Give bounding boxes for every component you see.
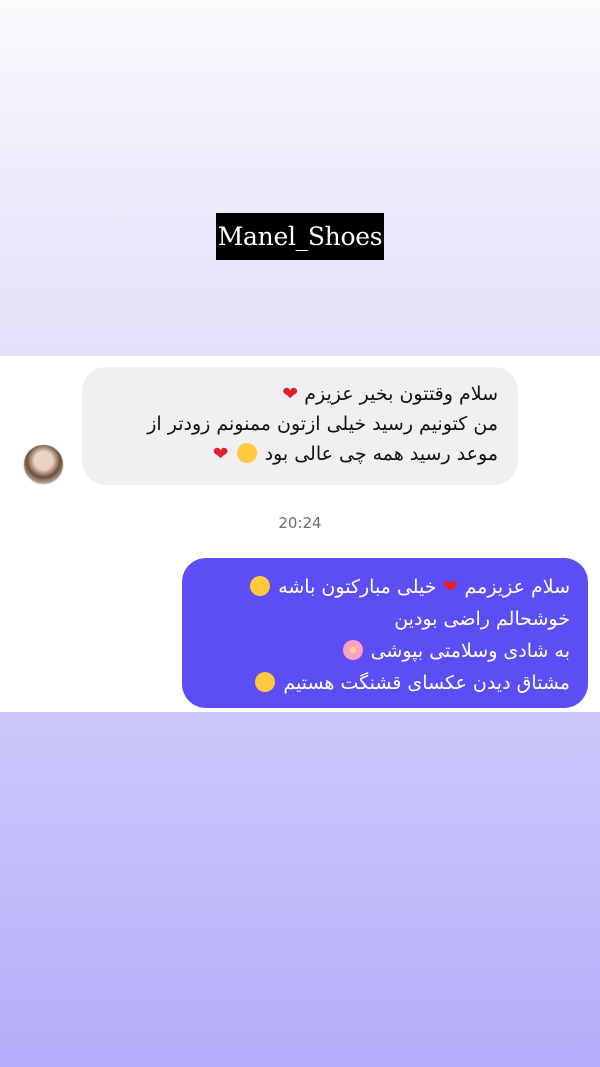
incoming-line-2: من کتونیم رسید خیلی ازتون ممنونم زودتر ا…	[147, 413, 498, 435]
story-background-top	[0, 0, 600, 356]
outgoing-message-bubble: سلام عزیزمم ❤ خیلی مبارکتون باشه خوشحالم…	[182, 558, 588, 708]
heart-eyes-emoji-icon	[250, 576, 271, 596]
cherry-blossom-emoji-icon	[342, 640, 363, 660]
outgoing-line-1-congrats: خیلی مبارکتون باشه	[278, 576, 437, 598]
heart-emoji-icon: ❤	[282, 383, 299, 405]
chat-screenshot: سلام وقتتون بخیر عزیزم ❤ من کتونیم رسید …	[0, 356, 600, 712]
sender-avatar	[23, 444, 64, 485]
heart-emoji-icon: ❤	[442, 576, 459, 598]
incoming-line-3-text: موعد رسید همه چی عالی بود	[264, 443, 498, 465]
brand-name-tag: Manel_Shoes	[216, 213, 384, 260]
incoming-line-3: موعد رسید همه چی عالی بود ❤	[100, 439, 498, 469]
outgoing-line-3-text: به شادی وسلامتی بپوشی	[370, 640, 570, 662]
outgoing-line-3: به شادی وسلامتی بپوشی	[194, 635, 570, 667]
smiling-face-with-hearts-emoji-icon	[255, 672, 276, 692]
outgoing-line-1-greeting: سلام عزیزمم	[464, 576, 570, 598]
message-timestamp: 20:24	[278, 514, 322, 532]
incoming-line-1-text: سلام وقتتون بخیر عزیزم	[304, 383, 498, 405]
outgoing-line-1: سلام عزیزمم ❤ خیلی مبارکتون باشه	[194, 571, 570, 603]
outgoing-line-4: مشتاق دیدن عکسای قشنگت هستیم	[194, 667, 570, 699]
outgoing-line-4-text: مشتاق دیدن عکسای قشنگت هستیم	[283, 672, 570, 694]
outgoing-line-2: خوشحالم راضی بودین	[394, 608, 570, 630]
incoming-message-bubble: سلام وقتتون بخیر عزیزم ❤ من کتونیم رسید …	[82, 367, 518, 485]
heart-emoji-icon: ❤	[212, 443, 229, 465]
story-background-bottom	[0, 712, 600, 1067]
incoming-line-1: سلام وقتتون بخیر عزیزم ❤	[100, 379, 498, 409]
pleading-face-emoji-icon	[236, 443, 257, 463]
